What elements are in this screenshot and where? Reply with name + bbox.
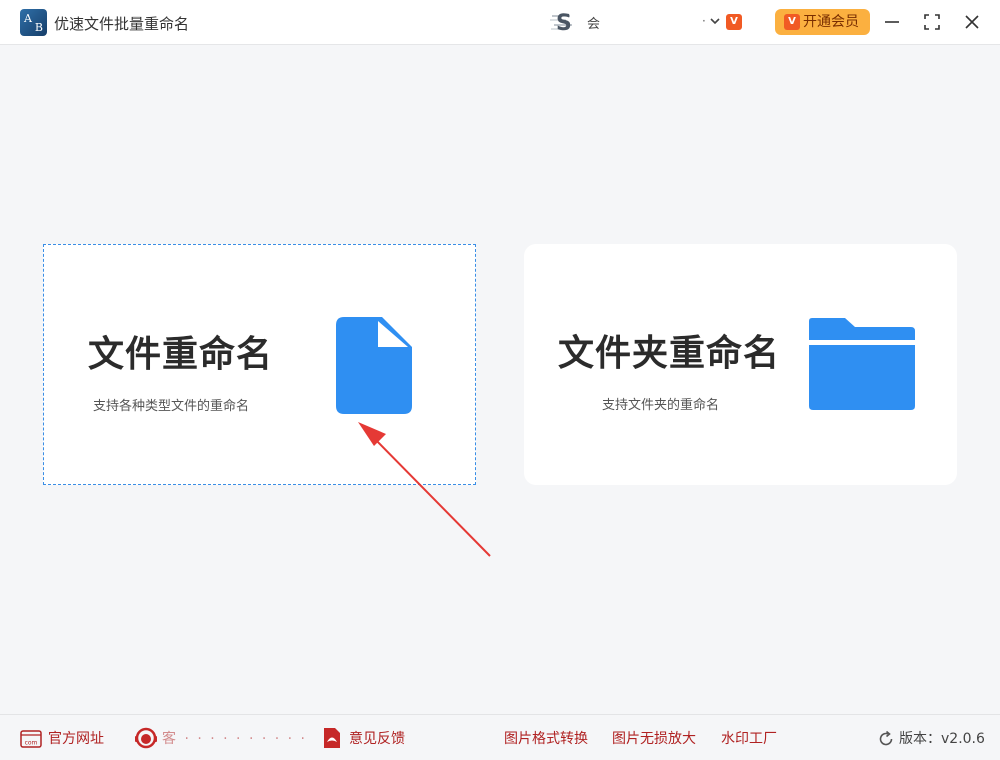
file-icon [336,317,412,414]
minimize-icon[interactable] [882,12,902,32]
website-icon-text: com [25,740,38,747]
folder-rename-desc: 支持文件夹的重命名 [602,398,720,413]
folder-rename-card[interactable]: 文件夹重命名 支持文件夹的重命名 [524,244,957,485]
refresh-icon[interactable] [877,730,895,748]
feedback-link[interactable]: 意见反馈 [349,730,405,748]
feedback-icon[interactable] [322,727,342,749]
official-website-link[interactable]: 官方网址 [48,730,104,748]
image-format-convert-link[interactable]: 图片格式转换 [504,730,588,748]
svg-text:S: S [556,11,572,34]
title-bar: A B 优速文件批量重命名 S 会 · V V 开通会员 [0,0,1000,45]
watermark-factory-link[interactable]: 水印工厂 [721,730,777,748]
file-rename-title: 文件重命名 [88,334,274,375]
vip-badge-icon: V [726,14,742,30]
close-icon[interactable] [962,12,982,32]
app-logo-icon: A B [20,9,47,36]
user-dot: · [702,14,706,28]
customer-service-icon[interactable] [133,725,159,751]
file-rename-desc: 支持各种类型文件的重命名 [93,399,250,414]
open-vip-button[interactable]: V 开通会员 [775,9,870,35]
version-label: 版本：v2.0.6 [899,731,985,747]
logo-letter-b: B [34,21,43,34]
image-lossless-enlarge-link[interactable]: 图片无损放大 [612,730,696,748]
app-title: 优速文件批量重命名 [54,15,190,33]
folder-icon [809,318,915,410]
footer-bar: com 官方网址 客 · · · · · · · · · · 意见反馈 图片格式… [0,714,1000,760]
support-text[interactable]: 客 · · · · · · · · · · [162,730,307,748]
open-vip-label: 开通会员 [803,14,859,30]
maximize-icon[interactable] [922,12,942,32]
user-avatar-icon[interactable]: S [548,10,576,34]
user-name[interactable]: 会 [587,13,600,32]
vip-icon: V [784,14,800,30]
logo-letter-a: A [24,12,32,25]
annotation-arrow-icon [358,422,491,557]
folder-rename-title: 文件夹重命名 [558,333,781,374]
website-icon[interactable]: com [20,730,42,748]
chevron-down-icon[interactable] [709,15,721,27]
